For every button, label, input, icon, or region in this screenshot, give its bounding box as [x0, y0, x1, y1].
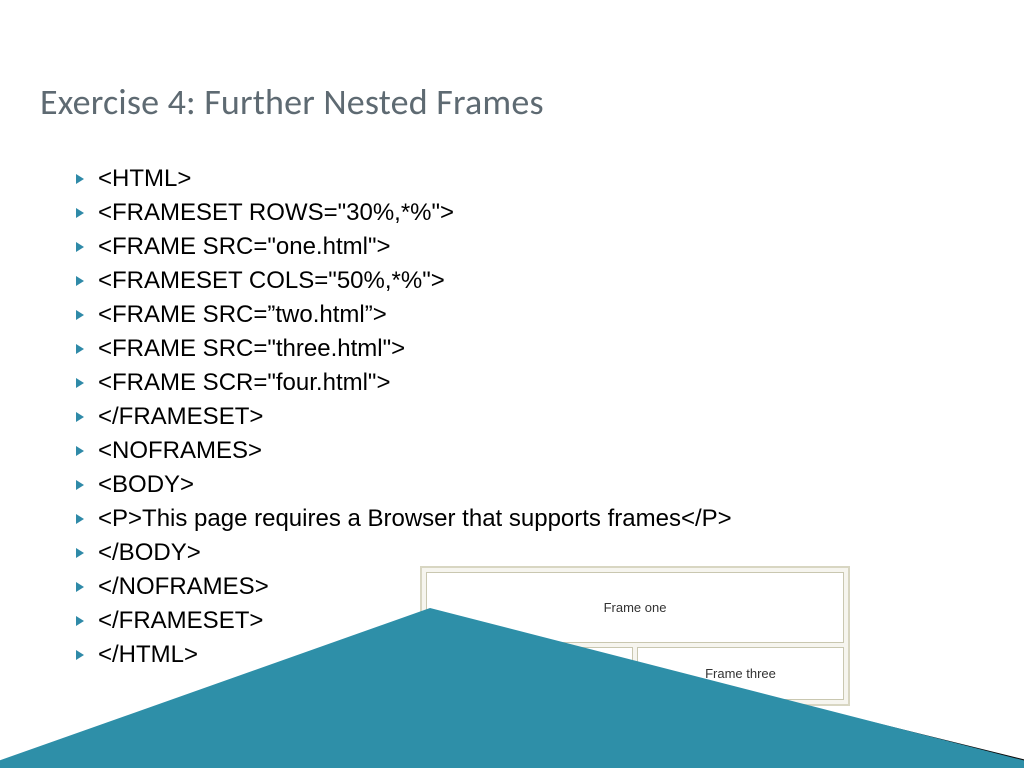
bullet-text: <FRAMESET COLS="50%,*%"> — [98, 266, 445, 296]
bullet-marker-icon — [76, 412, 84, 422]
bullet-row: <FRAMESET COLS="50%,*%"> — [76, 266, 956, 296]
bullet-marker-icon — [76, 480, 84, 490]
bullet-row: </FRAMESET> — [76, 402, 956, 432]
bullet-row: <FRAME SRC="one.html"> — [76, 232, 956, 262]
bullet-text: </BODY> — [98, 538, 201, 568]
bullet-text: </FRAMESET> — [98, 606, 263, 636]
bullet-row: <FRAME SRC="three.html"> — [76, 334, 956, 364]
frame-one-cell: Frame one — [426, 572, 844, 643]
bullet-marker-icon — [76, 276, 84, 286]
slide: Exercise 4: Further Nested Frames <HTML>… — [0, 0, 1024, 768]
bullet-marker-icon — [76, 548, 84, 558]
frame-bottom-row: Frame two Frame three — [426, 647, 844, 700]
bullet-marker-icon — [76, 174, 84, 184]
bullet-row: <P>This page requires a Browser that sup… — [76, 504, 956, 534]
slide-title: Exercise 4: Further Nested Frames — [40, 80, 544, 124]
bullet-row: <NOFRAMES> — [76, 436, 956, 466]
bullet-marker-icon — [76, 582, 84, 592]
bullet-row: <FRAMESET ROWS="30%,*%"> — [76, 198, 956, 228]
bullet-text: <FRAMESET ROWS="30%,*%"> — [98, 198, 454, 228]
bullet-row: <FRAME SRC=”two.html”> — [76, 300, 956, 330]
bullet-text: </HTML> — [98, 640, 198, 670]
bullet-marker-icon — [76, 650, 84, 660]
bullet-text: <HTML> — [98, 164, 191, 194]
bullet-text: <FRAME SRC="three.html"> — [98, 334, 405, 364]
bullet-text: <FRAME SRC="one.html"> — [98, 232, 390, 262]
bullet-row: <FRAME SCR="four.html"> — [76, 368, 956, 398]
bullet-row: </BODY> — [76, 538, 956, 568]
bullet-marker-icon — [76, 208, 84, 218]
bullet-text: </FRAMESET> — [98, 402, 263, 432]
bullet-row: <HTML> — [76, 164, 956, 194]
frame-three-cell: Frame three — [637, 647, 844, 700]
bullet-marker-icon — [76, 378, 84, 388]
bullet-marker-icon — [76, 446, 84, 456]
bullet-text: <FRAME SCR="four.html"> — [98, 368, 390, 398]
frame-two-cell: Frame two — [426, 647, 633, 700]
bullet-marker-icon — [76, 242, 84, 252]
bullet-text: <BODY> — [98, 470, 194, 500]
frames-diagram: Frame one Frame two Frame three — [420, 566, 850, 706]
bullet-text: </NOFRAMES> — [98, 572, 269, 602]
bullet-marker-icon — [76, 616, 84, 626]
bullet-marker-icon — [76, 344, 84, 354]
bullet-marker-icon — [76, 514, 84, 524]
bullet-text: <P>This page requires a Browser that sup… — [98, 504, 732, 534]
bullet-text: <FRAME SRC=”two.html”> — [98, 300, 387, 330]
bullet-text: <NOFRAMES> — [98, 436, 262, 466]
bullet-marker-icon — [76, 310, 84, 320]
bullet-row: <BODY> — [76, 470, 956, 500]
